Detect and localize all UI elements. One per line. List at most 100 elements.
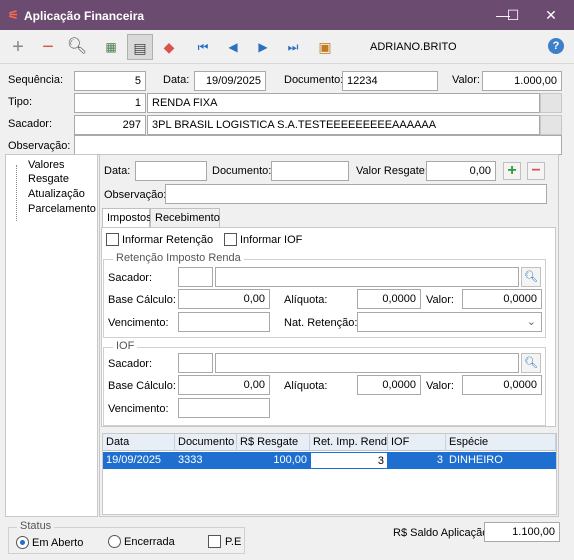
status-title: Status — [17, 520, 55, 532]
toolbar: + − 🔍︎ ▦ ▤ ◆ ⏮ ◀ ▶ ⏭ ▣ ADRIANO.BRITO ? — [0, 30, 574, 64]
data-field[interactable]: 19/09/2025 — [194, 71, 266, 91]
iof-vencimento-field[interactable] — [178, 398, 270, 418]
iof-aliquota-field[interactable]: 0,0000 — [357, 375, 421, 395]
resgate-documento-field[interactable] — [271, 161, 349, 181]
pe-checkbox[interactable] — [208, 535, 221, 548]
iof-sacador-code-field[interactable] — [178, 353, 213, 373]
remove-resgate-icon[interactable]: − — [527, 162, 545, 180]
tipo-code-field[interactable]: 1 — [74, 93, 146, 113]
help-icon[interactable]: ? — [548, 38, 564, 54]
iof-base-label: Base Cálculo: — [108, 380, 176, 392]
resgate-data-field[interactable] — [135, 161, 207, 181]
resgate-documento-label: Documento: — [212, 165, 272, 177]
resgate-observacao-field[interactable] — [165, 184, 547, 204]
spreadsheet-icon[interactable]: ▦ — [98, 34, 124, 60]
ir-group-title: Retenção Imposto Renda — [113, 252, 244, 264]
column-header-especie[interactable]: Espécie — [446, 434, 556, 451]
tab-recebimento[interactable]: Recebimento — [150, 208, 220, 227]
previous-record-icon[interactable]: ◀ — [220, 34, 246, 60]
close-button[interactable]: ✕ — [528, 0, 574, 30]
tree-item-atualizacao[interactable]: Atualização — [28, 188, 85, 200]
valor-resgate-label: Valor Resgate: — [356, 165, 428, 177]
valor-label: Valor: — [452, 74, 480, 86]
column-header-resgate[interactable]: R$ Resgate — [237, 434, 310, 451]
informar-iof-label: Informar IOF — [240, 234, 303, 246]
informar-retencao-checkbox[interactable] — [106, 233, 119, 246]
table-cell-documento[interactable]: 3333 — [175, 452, 237, 469]
em-aberto-radio[interactable] — [16, 536, 29, 549]
encerrada-radio[interactable] — [108, 535, 121, 548]
tipo-label: Tipo: — [8, 96, 33, 108]
sacador-name-field[interactable]: 3PL BRASIL LOGISTICA S.A.TESTEEEEEEEEEAA… — [147, 115, 540, 135]
iof-sacador-label: Sacador: — [108, 358, 153, 370]
sacador-lookup-button[interactable] — [540, 115, 562, 135]
ir-sacador-search-icon[interactable]: 🔍︎ — [521, 267, 541, 287]
eraser-icon[interactable]: ◆ — [156, 34, 182, 60]
add-resgate-icon[interactable]: + — [503, 162, 521, 180]
add-icon[interactable]: + — [5, 34, 31, 60]
current-user: ADRIANO.BRITO — [370, 41, 457, 53]
tipo-lookup-button[interactable] — [540, 93, 562, 113]
tipo-name-field[interactable]: RENDA FIXA — [147, 93, 540, 113]
table-cell-ret-imp-renda[interactable]: 3 — [310, 452, 388, 469]
sacador-code-field[interactable]: 297 — [74, 115, 146, 135]
iof-group-title: IOF — [113, 340, 138, 352]
ir-vencimento-label: Vencimento: — [108, 317, 169, 329]
column-header-data[interactable]: Data — [103, 434, 175, 451]
resgate-data-label: Data: — [104, 165, 131, 177]
window-title: Aplicação Financeira — [24, 9, 145, 23]
column-header-documento[interactable]: Documento — [175, 434, 237, 451]
nat-retencao-select[interactable]: ⌄ — [357, 312, 542, 332]
navigation-tree: Valores Resgate Atualização Parcelamento — [5, 154, 98, 517]
valor-field[interactable]: 1.000,00 — [482, 71, 562, 91]
tree-item-valores[interactable]: Valores — [28, 159, 64, 171]
first-record-icon[interactable]: ⏮ — [190, 34, 216, 60]
iof-sacador-search-icon[interactable]: 🔍︎ — [521, 353, 541, 373]
table-cell-resgate[interactable]: 100,00 — [237, 452, 310, 469]
iof-vencimento-label: Vencimento: — [108, 403, 169, 415]
informar-iof-checkbox[interactable] — [224, 233, 237, 246]
valor-resgate-field[interactable]: 0,00 — [426, 161, 496, 181]
ir-base-field[interactable]: 0,00 — [178, 289, 270, 309]
column-header-ret-imp-renda[interactable]: Ret. Imp. Renda — [310, 434, 388, 451]
grid-view-icon[interactable]: ▤ — [127, 34, 153, 60]
ir-base-label: Base Cálculo: — [108, 294, 176, 306]
ir-sacador-code-field[interactable] — [178, 267, 213, 287]
tree-item-resgate[interactable]: Resgate — [28, 173, 69, 185]
tab-impostos[interactable]: Impostos — [102, 208, 152, 228]
saldo-label: R$ Saldo Aplicação: — [393, 527, 492, 539]
iof-valor-field[interactable]: 0,0000 — [462, 375, 542, 395]
ir-aliquota-field[interactable]: 0,0000 — [357, 289, 421, 309]
table-cell-especie[interactable]: DINHEIRO — [446, 452, 556, 469]
iof-base-field[interactable]: 0,00 — [178, 375, 270, 395]
ir-aliquota-label: Alíquota: — [284, 294, 328, 306]
saldo-field[interactable]: 1.100,00 — [484, 522, 560, 542]
app-icon: ⚟ — [8, 8, 19, 22]
sequencia-label: Sequência: — [8, 74, 64, 86]
table-cell-data[interactable]: 19/09/2025 — [103, 452, 175, 469]
chevron-down-icon: ⌄ — [526, 316, 536, 328]
table-cell-iof[interactable]: 3 — [388, 452, 446, 469]
search-icon[interactable]: 🔍︎ — [64, 34, 90, 60]
iof-sacador-name-field[interactable] — [215, 353, 519, 373]
em-aberto-label: Em Aberto — [32, 537, 84, 549]
next-record-icon[interactable]: ▶ — [250, 34, 276, 60]
observacao-field[interactable] — [74, 135, 562, 155]
documento-field[interactable]: 12234 — [342, 71, 438, 91]
resgates-table: Data Documento R$ Resgate Ret. Imp. Rend… — [102, 433, 557, 515]
pe-label: P.E — [225, 536, 242, 548]
resgate-observacao-label: Observação: — [104, 189, 167, 201]
ir-valor-field[interactable]: 0,0000 — [462, 289, 542, 309]
iof-aliquota-label: Alíquota: — [284, 380, 328, 392]
nat-retencao-label: Nat. Retenção: — [284, 317, 358, 329]
tree-item-parcelamento[interactable]: Parcelamento — [28, 203, 96, 215]
report-icon[interactable]: ▣ — [312, 34, 338, 60]
column-header-iof[interactable]: IOF — [388, 434, 446, 451]
data-label: Data: — [163, 74, 190, 86]
remove-icon[interactable]: − — [35, 34, 61, 60]
last-record-icon[interactable]: ⏭ — [280, 34, 306, 60]
ir-sacador-name-field[interactable] — [215, 267, 519, 287]
ir-vencimento-field[interactable] — [178, 312, 270, 332]
sequencia-field[interactable]: 5 — [74, 71, 146, 91]
encerrada-label: Encerrada — [124, 536, 175, 548]
